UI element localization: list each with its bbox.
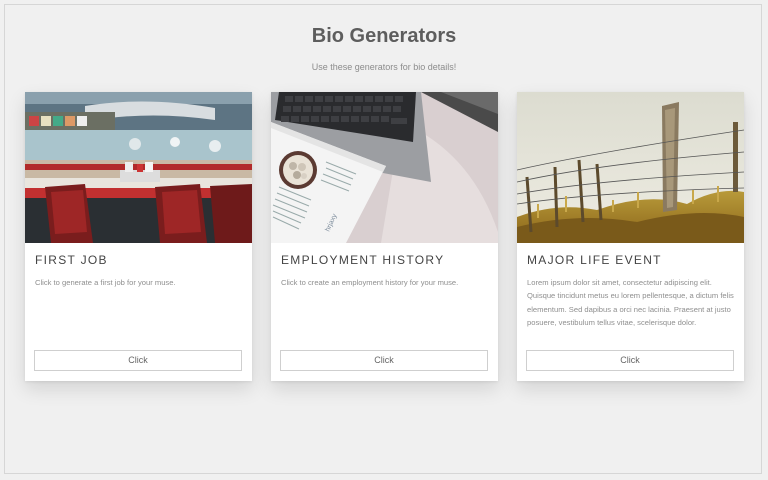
first-job-click-button[interactable]: Click	[34, 350, 242, 371]
card-title: MAJOR LIFE EVENT	[527, 253, 662, 267]
card-first-job: FIRST JOB Click to generate a first job …	[25, 92, 252, 381]
diner-photo	[25, 92, 252, 243]
card-major-life-event: MAJOR LIFE EVENT Lorem ipsum dolor sit a…	[517, 92, 744, 381]
laptop-desk-photo: hrjaxy	[271, 92, 498, 243]
fence-field-photo	[517, 92, 744, 243]
card-title: EMPLOYMENT HISTORY	[281, 253, 445, 267]
card-description: Lorem ipsum dolor sit amet, consectetur …	[527, 278, 734, 327]
page-subtitle: Use these generators for bio details!	[311, 62, 457, 72]
card-title: FIRST JOB	[35, 253, 108, 267]
page-title: Bio Generators	[311, 25, 457, 47]
card-employment-history: hrjaxy EMPLOYMENT HISTORY Click to creat…	[271, 92, 498, 381]
employment-history-click-button[interactable]: Click	[280, 350, 488, 371]
card-description: Click to create an employment history fo…	[281, 278, 459, 287]
major-life-event-click-button[interactable]: Click	[526, 350, 734, 371]
card-description: Click to generate a first job for your m…	[35, 278, 176, 287]
